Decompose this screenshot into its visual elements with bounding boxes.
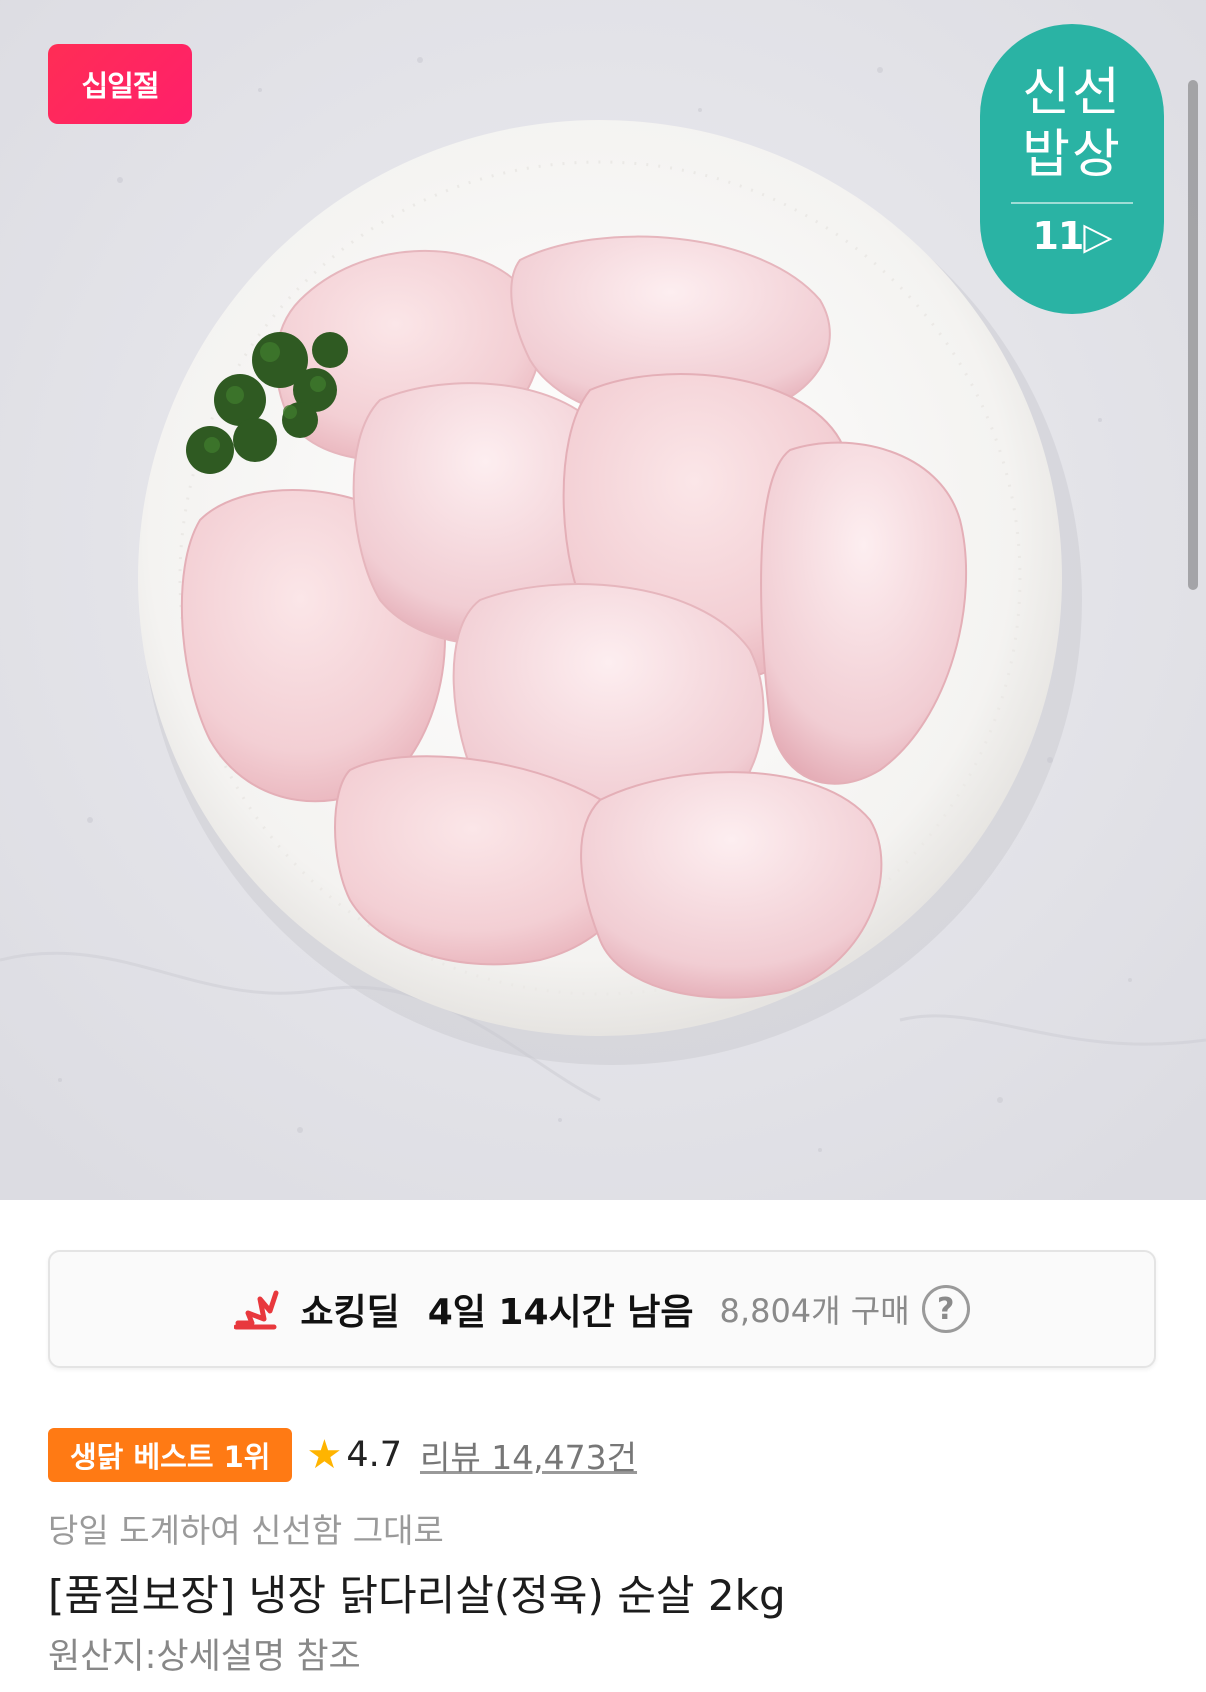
fresh-table-badge: 신선 밥상 11▷ xyxy=(980,24,1164,314)
rating-value: 4.7 xyxy=(346,1435,402,1475)
deal-name: 쇼킹딜 xyxy=(300,1292,400,1333)
event-badge: 십일절 xyxy=(48,44,192,124)
help-icon[interactable]: ? xyxy=(921,1285,970,1333)
product-subtitle: 당일 도계하여 신선함 그대로 xyxy=(48,1511,444,1550)
product-meta-row: 생닭 베스트 1위 ★ 4.7 리뷰 14,473건 xyxy=(48,1428,637,1482)
deal-time-left: 4일 14시간 남음 xyxy=(427,1292,694,1333)
product-image[interactable]: 십일절 신선 밥상 11▷ xyxy=(0,0,1206,1200)
product-origin: 원산지:상세설명 참조 xyxy=(48,1637,361,1677)
product-title: [품질보장] 냉장 닭다리살(정육) 순살 2kg xyxy=(48,1571,786,1620)
fresh-badge-line1: 신선 xyxy=(1022,63,1122,123)
review-count-link[interactable]: 리뷰 14,473건 xyxy=(420,1431,637,1479)
fresh-badge-line2: 밥상 xyxy=(1022,125,1122,185)
best-rank-badge[interactable]: 생닭 베스트 1위 xyxy=(48,1428,293,1482)
shocking-deal-icon xyxy=(234,1290,279,1330)
scrollbar[interactable] xyxy=(1188,80,1198,590)
fresh-badge-divider xyxy=(1011,202,1133,204)
star-icon: ★ xyxy=(306,1432,343,1478)
deal-purchase-count: 8,804개 구매 xyxy=(719,1292,910,1330)
shocking-deal-banner[interactable]: 쇼킹딜 4일 14시간 남음 8,804개 구매 ? xyxy=(48,1250,1156,1368)
eleven-street-logo-icon: 11▷ xyxy=(1032,214,1112,258)
